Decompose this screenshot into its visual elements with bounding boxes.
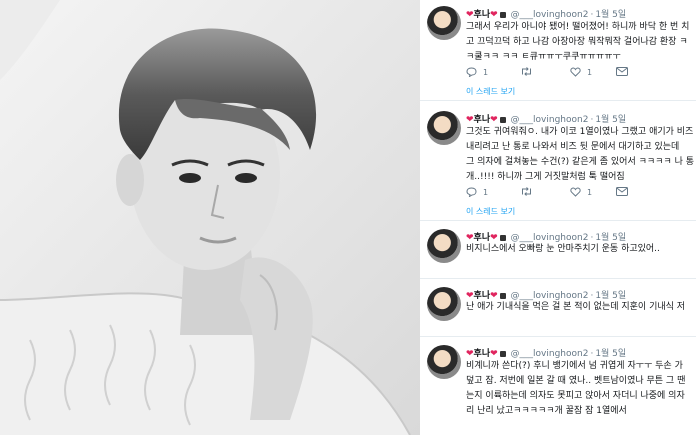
text-line: 고 끄덕끄덕 하고 나감 아장아장 뭐작뭐작 걸어나감 환장 ㅋ: [466, 37, 688, 47]
tweet-item[interactable]: ❤후나❤ @___lovinghoon2 · 1월 5일 그래서 우리가 아니야 됐…: [420, 0, 696, 101]
portrait-photo: [0, 0, 420, 435]
separator-dot: ·: [590, 349, 594, 359]
retweet-button[interactable]: [520, 187, 539, 196]
handle[interactable]: @___lovinghoon2: [511, 115, 589, 125]
text-line: 그 의자에 걸쳐놓는 수건(?) 같은게 좀 있어서 ㅋㅋㅋㅋ 나 통: [466, 157, 694, 167]
like-count: 1: [587, 187, 593, 197]
tweet-text: 그래서 우리가 아니야 됐어! 떨어졌어! 하니까 바닥 한 번 치고 끄덕끄덕…: [466, 20, 696, 65]
tweet-item[interactable]: ❤후나❤ @___lovinghoon2 · 1월 5일 난 애가 기내식을 먹은 …: [420, 278, 696, 337]
direct-message-button[interactable]: [616, 187, 634, 196]
heart-icon: ❤: [490, 349, 498, 359]
like-count: 1: [587, 67, 593, 77]
tweet-header: ❤후나❤ @___lovinghoon2 · 1월 5일: [466, 346, 626, 359]
text-line: 개..!!!! 하니까 그게 거짓말처럼 툭 떨어짐: [466, 172, 625, 182]
tweet-actions: 1 1: [466, 67, 696, 79]
text-line: 내리려고 난 통로 나와서 비즈 뒷 문에서 대기하고 있는데: [466, 142, 680, 152]
retweet-button[interactable]: [520, 67, 539, 76]
text-line: 비계니까 쓴다(?) 후니 뱅기에서 넘 귀엽게 자ㅜㅜ 두손 가: [466, 361, 683, 371]
tweet-text: 비지니스에서 오빠랑 눈 안마주치기 운동 하고있어..: [466, 242, 696, 257]
envelope-icon: [616, 187, 628, 196]
lock-icon: [499, 234, 506, 241]
handle[interactable]: @___lovinghoon2: [511, 10, 589, 20]
text-line: 그래서 우리가 아니야 됐어! 떨어졌어! 하니까 바닥 한 번 치: [466, 22, 690, 32]
tweet-date[interactable]: 1월 5일: [595, 349, 626, 359]
direct-message-button[interactable]: [616, 67, 634, 76]
tweet-text: 비계니까 쓴다(?) 후니 뱅기에서 넘 귀엽게 자ㅜㅜ 두손 가덮고 잠. 저…: [466, 359, 696, 419]
tweet-item[interactable]: ❤후나❤ @___lovinghoon2 · 1월 5일 비계니까 쓴다(?) 후니…: [420, 336, 696, 435]
heart-icon: ❤: [466, 10, 474, 20]
envelope-icon: [616, 67, 628, 76]
text-line: ㅋ쿨ㅋㅋ ㅋㅋ ㅌ큐ㅠㅠㅜ쿠쿠ㅠㅠㅠㅠㅜ: [466, 52, 621, 62]
lock-icon: [499, 116, 506, 123]
text-line: 비지니스에서 오빠랑 눈 안마주치기 운동 하고있어..: [466, 244, 660, 254]
avatar[interactable]: [427, 111, 461, 145]
heart-icon: ❤: [490, 10, 498, 20]
reply-icon: [466, 67, 477, 77]
tweet-item[interactable]: ❤후나❤ @___lovinghoon2 · 1월 5일 비지니스에서 오빠랑 눈 …: [420, 220, 696, 279]
tweet-text: 그것도 귀여워줘ㅇ. 내가 이코 1열이였나 그랬고 애기가 비즈내리려고 난 …: [466, 125, 696, 185]
text-line: 는지 이륙하는데 의자도 못피고 앉아서 자더니 나중에 의자: [466, 391, 685, 401]
like-icon: [570, 187, 581, 197]
lock-icon: [499, 11, 506, 18]
heart-icon: ❤: [490, 115, 498, 125]
like-button[interactable]: 1: [570, 187, 592, 197]
lock-icon: [499, 292, 506, 299]
reply-count: 1: [483, 187, 489, 197]
tweet-date[interactable]: 1월 5일: [595, 10, 626, 20]
tweet-feed: ❤후나❤ @___lovinghoon2 · 1월 5일 그래서 우리가 아니야 됐…: [420, 0, 696, 435]
handle[interactable]: @___lovinghoon2: [511, 349, 589, 359]
tweet-text: 난 애가 기내식을 먹은 걸 본 적이 없는데 지훈이 기내식 저: [466, 300, 696, 315]
separator-dot: ·: [590, 10, 594, 20]
like-button[interactable]: 1: [570, 67, 592, 77]
separator-dot: ·: [590, 115, 594, 125]
avatar[interactable]: [427, 345, 461, 379]
text-line: 덮고 잠. 저번에 일본 갈 때 였나.. 벳트남이였나 무튼 그 땐: [466, 376, 686, 386]
reply-icon: [466, 187, 477, 197]
tweet-header: ❤후나❤ @___lovinghoon2 · 1월 5일: [466, 7, 626, 20]
tweet-date[interactable]: 1월 5일: [595, 115, 626, 125]
avatar[interactable]: [427, 287, 461, 321]
text-line: 리 난리 났고ㅋㅋㅋㅋㅋ개 꿀잠 잠 1열에서: [466, 406, 627, 416]
reply-button[interactable]: 1: [466, 187, 488, 197]
display-name[interactable]: 후나: [474, 349, 491, 359]
display-name[interactable]: 후나: [474, 10, 491, 20]
reply-count: 1: [483, 67, 489, 77]
retweet-icon: [522, 187, 531, 196]
tweet-actions: 1 1: [466, 187, 696, 199]
like-icon: [570, 67, 581, 77]
reply-button[interactable]: 1: [466, 67, 488, 77]
show-thread-link[interactable]: 이 스레드 보기: [466, 86, 515, 97]
tweet-item[interactable]: ❤후나❤ @___lovinghoon2 · 1월 5일 그것도 귀여워줘ㅇ. 내가…: [420, 100, 696, 221]
text-line: 난 애가 기내식을 먹은 걸 본 적이 없는데 지훈이 기내식 저: [466, 302, 686, 312]
text-line: 그것도 귀여워줘ㅇ. 내가 이코 1열이였나 그랬고 애기가 비즈: [466, 127, 694, 137]
avatar[interactable]: [427, 229, 461, 263]
lock-icon: [499, 350, 506, 357]
heart-icon: ❤: [466, 349, 474, 359]
display-name[interactable]: 후나: [474, 115, 491, 125]
retweet-icon: [522, 67, 531, 76]
tweet-header: ❤후나❤ @___lovinghoon2 · 1월 5일: [466, 112, 626, 125]
show-thread-link[interactable]: 이 스레드 보기: [466, 206, 515, 217]
avatar[interactable]: [427, 6, 461, 40]
heart-icon: ❤: [466, 115, 474, 125]
